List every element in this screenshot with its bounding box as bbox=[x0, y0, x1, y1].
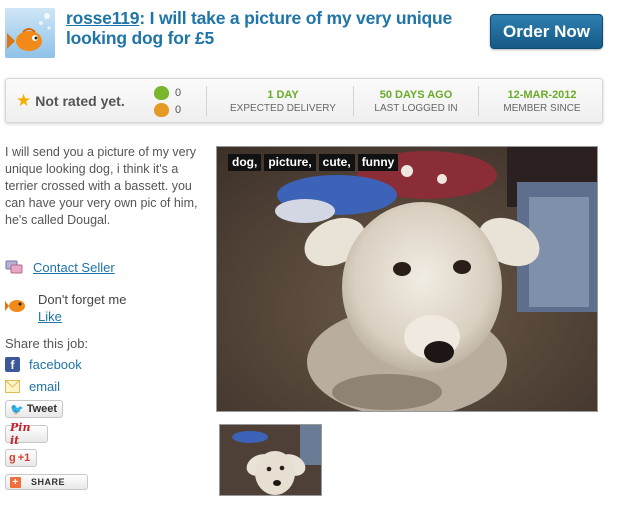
pin-it-button[interactable]: Pin it bbox=[5, 421, 48, 447]
thumbs-down-count: 0 bbox=[175, 103, 182, 116]
facebook-icon: f bbox=[5, 357, 20, 372]
twitter-bird-icon: 🐦 bbox=[10, 403, 24, 416]
photo-tag[interactable]: cute, bbox=[318, 154, 355, 171]
photo-tag[interactable]: dog, bbox=[228, 154, 262, 171]
order-now-button[interactable]: Order Now bbox=[490, 14, 603, 49]
dont-forget-text: Don't forget me bbox=[38, 292, 127, 307]
delivery-stat: 1 DAY EXPECTED DELIVERY bbox=[216, 88, 350, 115]
facebook-share-link[interactable]: facebook bbox=[29, 357, 82, 372]
share-label: Share this job: bbox=[5, 336, 89, 351]
google-plus-label: +1 bbox=[17, 452, 31, 464]
envelope-icon bbox=[5, 380, 20, 393]
email-share-link[interactable]: email bbox=[29, 379, 60, 394]
pin-it-label: Pin it bbox=[10, 421, 31, 447]
photo-tags: dog, picture, cute, funny bbox=[228, 154, 399, 171]
contact-seller-row: Contact Seller bbox=[5, 259, 115, 275]
star-icon: ★ bbox=[16, 91, 32, 110]
last-login-stat: 50 DAYS AGO LAST LOGGED IN bbox=[358, 88, 474, 115]
thumbs-up-count: 0 bbox=[175, 86, 182, 99]
thumbs-down-icon bbox=[154, 102, 169, 117]
feedback-counts: 0 0 bbox=[154, 84, 194, 118]
email-share-row: email bbox=[5, 379, 60, 394]
addthis-share-button[interactable]: + SHARE bbox=[5, 474, 88, 490]
plus-icon: + bbox=[10, 476, 21, 488]
member-since-label: MEMBER SINCE bbox=[503, 103, 581, 114]
photo-tag[interactable]: funny bbox=[357, 154, 399, 171]
job-description: I will send you a picture of my very uni… bbox=[5, 145, 198, 227]
delivery-value: 1 DAY bbox=[267, 89, 299, 101]
google-plus-button[interactable]: g +1 bbox=[5, 449, 37, 467]
like-link[interactable]: Like bbox=[38, 308, 126, 325]
divider bbox=[206, 86, 207, 116]
last-login-label: LAST LOGGED IN bbox=[374, 103, 458, 114]
fish-icon bbox=[5, 294, 27, 316]
job-title: rosse119: I will take a picture of my ve… bbox=[66, 8, 456, 48]
stats-bar: ★ Not rated yet. 0 0 1 DAY EXPECTED DELI… bbox=[5, 78, 603, 123]
dog-thumbnail-image bbox=[220, 425, 321, 495]
google-g-icon: g bbox=[9, 452, 16, 464]
dog-photo-image bbox=[217, 147, 597, 411]
seller-avatar[interactable] bbox=[5, 8, 55, 58]
member-since-value: 12-MAR-2012 bbox=[507, 89, 577, 101]
divider bbox=[353, 86, 354, 116]
member-since-stat: 12-MAR-2012 MEMBER SINCE bbox=[482, 88, 602, 115]
photo-tag[interactable]: picture, bbox=[264, 154, 316, 171]
dont-forget-row: Don't forget me Like bbox=[5, 291, 126, 325]
job-photo[interactable]: dog, picture, cute, funny bbox=[216, 146, 598, 412]
photo-thumbnail[interactable] bbox=[219, 424, 322, 496]
facebook-share-row: f facebook bbox=[5, 357, 82, 372]
seller-username-link[interactable]: rosse119 bbox=[66, 8, 140, 28]
rating: ★ Not rated yet. bbox=[16, 92, 125, 109]
divider bbox=[478, 86, 479, 116]
tweet-button[interactable]: 🐦 Tweet bbox=[5, 400, 63, 418]
thumbs-up-icon bbox=[154, 85, 169, 100]
delivery-label: EXPECTED DELIVERY bbox=[230, 103, 336, 114]
speech-bubble-icon bbox=[5, 259, 23, 275]
last-login-value: 50 DAYS AGO bbox=[379, 89, 453, 101]
share-button-label: SHARE bbox=[31, 477, 66, 487]
contact-seller-link[interactable]: Contact Seller bbox=[33, 260, 115, 275]
rating-text: Not rated yet. bbox=[35, 92, 125, 109]
tweet-label: Tweet bbox=[26, 403, 58, 415]
